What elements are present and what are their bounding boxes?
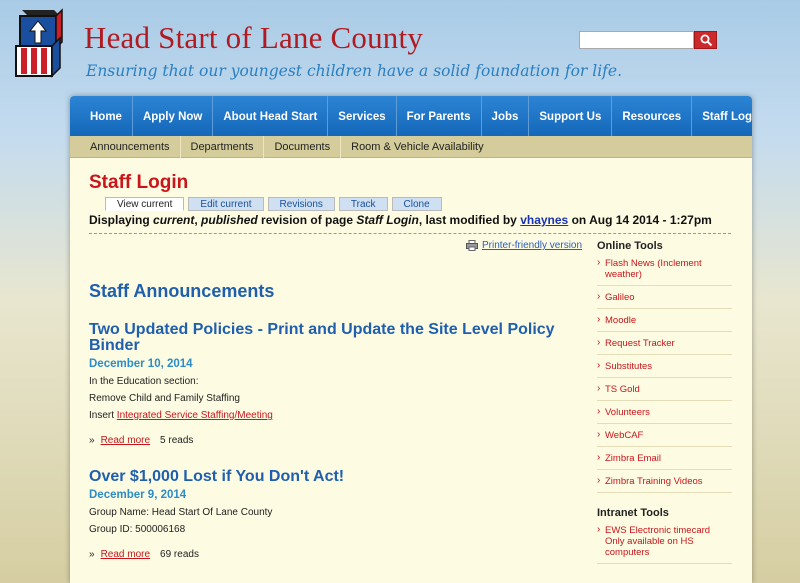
page-title: Staff Login — [89, 172, 189, 193]
main-nav: Home Apply Now About Head Start Services… — [70, 96, 752, 136]
sidebar-item-flash-news[interactable]: Flash News (Inclement weather) — [597, 257, 732, 286]
post-body-prefix: Insert — [89, 410, 117, 421]
sidebar-item-galileo[interactable]: Galileo — [597, 291, 732, 309]
rev-date: on Aug 14 2014 - 1:27pm — [568, 213, 712, 227]
rev-modified: , last modified by — [418, 213, 521, 227]
post-item: Two Updated Policies - Print and Update … — [89, 322, 569, 447]
post-body-line: Insert Integrated Service Staffing/Meeti… — [89, 410, 569, 421]
logo[interactable] — [8, 6, 72, 78]
intranet-tools-heading: Intranet Tools — [597, 507, 669, 519]
sidebar-item-substitutes[interactable]: Substitutes — [597, 360, 732, 378]
subnav-departments[interactable]: Departments — [181, 135, 265, 158]
revision-info: Displaying current, published revision o… — [89, 213, 731, 234]
read-more-link[interactable]: Read more — [101, 435, 150, 446]
tab-view-current[interactable]: View current — [105, 197, 185, 211]
post-date: December 10, 2014 — [89, 358, 193, 370]
tab-track[interactable]: Track — [338, 197, 388, 211]
bullet: » — [89, 549, 95, 560]
sub-nav: Announcements Departments Documents Room… — [70, 135, 752, 158]
post-links: » Read more 69 reads — [89, 549, 569, 560]
read-count: 5 reads — [160, 435, 194, 446]
sidebar-item-ews[interactable]: EWS Electronic timecard Only available o… — [597, 524, 732, 564]
printer-icon — [466, 240, 478, 251]
printer-friendly: Printer-friendly version — [466, 240, 582, 251]
post-title[interactable]: Over $1,000 Lost if You Don't Act! — [89, 469, 569, 485]
sidebar-item-zimbra-training[interactable]: Zimbra Training Videos — [597, 475, 732, 493]
sidebar-item-zimbra-email[interactable]: Zimbra Email — [597, 452, 732, 470]
nav-support-us[interactable]: Support Us — [529, 96, 613, 136]
tab-edit-current[interactable]: Edit current — [188, 197, 264, 211]
online-tools-heading: Online Tools — [597, 240, 663, 252]
nav-apply-now[interactable]: Apply Now — [133, 96, 214, 136]
sidebar-item-ts-gold[interactable]: TS Gold — [597, 383, 732, 401]
post-date: December 9, 2014 — [89, 489, 187, 501]
search-button[interactable] — [694, 31, 717, 49]
site-title[interactable]: Head Start of Lane County — [84, 20, 423, 56]
revision-tabs: View current Edit current Revisions Trac… — [105, 197, 442, 211]
subnav-documents[interactable]: Documents — [264, 135, 342, 158]
nav-about-head-start[interactable]: About Head Start — [213, 96, 329, 136]
read-count: 69 reads — [160, 549, 199, 560]
subnav-room-vehicle[interactable]: Room & Vehicle Availability — [341, 136, 493, 158]
tab-revisions[interactable]: Revisions — [267, 197, 335, 211]
sidebar-item-webcaf[interactable]: WebCAF — [597, 429, 732, 447]
post-body-line: Remove Child and Family Staffing — [89, 393, 240, 404]
nav-resources[interactable]: Resources — [612, 96, 693, 136]
sidebar: Online Tools Flash News (Inclement weath… — [597, 240, 732, 570]
sidebar-item-moodle[interactable]: Moodle — [597, 314, 732, 332]
printer-friendly-link[interactable]: Printer-friendly version — [482, 240, 582, 251]
rev-prefix: Displaying — [89, 213, 154, 227]
rev-published: published — [201, 213, 258, 227]
nav-services[interactable]: Services — [328, 96, 397, 136]
bullet: » — [89, 435, 95, 446]
post-body-link[interactable]: Integrated Service Staffing/Meeting — [117, 410, 273, 421]
sidebar-item-request-tracker[interactable]: Request Tracker — [597, 337, 732, 355]
rev-page-name: Staff Login — [356, 213, 419, 227]
sidebar-item-volunteers[interactable]: Volunteers — [597, 406, 732, 424]
nav-staff-login[interactable]: Staff Login — [692, 96, 752, 136]
announcements-heading: Staff Announcements — [89, 281, 275, 301]
post-body-line: Group Name: Head Start Of Lane County — [89, 507, 273, 518]
site-tagline: Ensuring that our youngest children have… — [86, 62, 623, 80]
read-more-link[interactable]: Read more — [101, 549, 150, 560]
rev-current: current — [153, 213, 195, 227]
nav-jobs[interactable]: Jobs — [482, 96, 530, 136]
post-links: » Read more 5 reads — [89, 435, 569, 446]
rev-mid: revision of page — [257, 213, 357, 227]
post-item: Over $1,000 Lost if You Don't Act! Decem… — [89, 469, 569, 561]
nav-for-parents[interactable]: For Parents — [397, 96, 482, 136]
search-icon — [700, 34, 713, 47]
search-input[interactable] — [579, 31, 694, 49]
post-body-line: In the Education section: — [89, 376, 199, 387]
rev-user-link[interactable]: vhaynes — [520, 213, 568, 227]
post-body-line: Group ID: 500006168 — [89, 524, 186, 535]
search-box — [579, 31, 717, 49]
nav-home[interactable]: Home — [80, 96, 133, 136]
post-title[interactable]: Two Updated Policies - Print and Update … — [89, 322, 569, 354]
main-panel: Home Apply Now About Head Start Services… — [70, 96, 752, 583]
tab-clone[interactable]: Clone — [391, 197, 442, 211]
subnav-announcements[interactable]: Announcements — [80, 135, 181, 158]
